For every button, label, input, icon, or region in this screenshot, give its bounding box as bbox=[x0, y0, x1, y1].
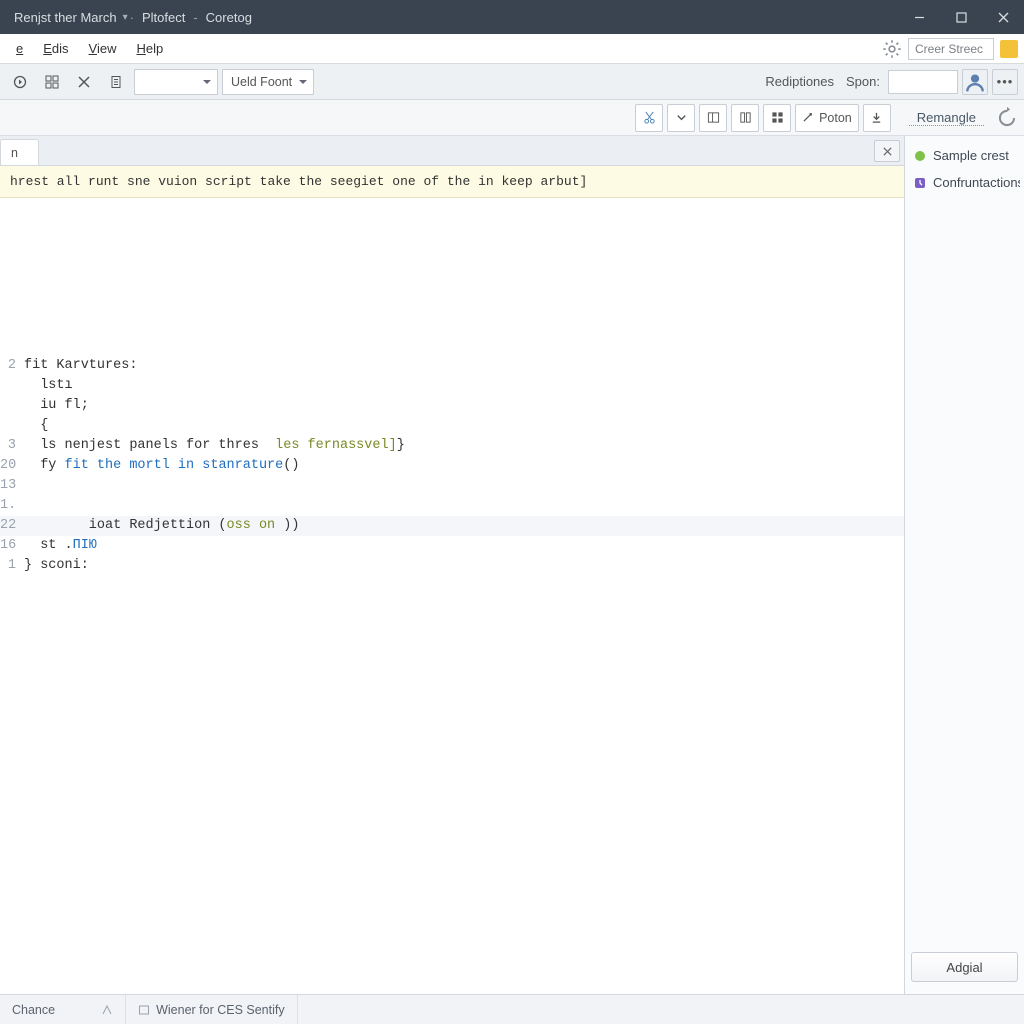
tiles-icon[interactable] bbox=[763, 104, 791, 132]
status-left-label: Chance bbox=[12, 1003, 55, 1017]
statusbar: Chance Wiener for CES Sentify bbox=[0, 994, 1024, 1024]
toolbar-grid-icon[interactable] bbox=[38, 69, 66, 95]
toolbar-stop-icon[interactable] bbox=[70, 69, 98, 95]
right-panel-header[interactable]: Remangle bbox=[909, 110, 984, 126]
more-icon[interactable]: ••• bbox=[992, 69, 1018, 95]
menu-help[interactable]: Help bbox=[126, 37, 173, 60]
sidebar-item-label: Sample crest bbox=[933, 148, 1009, 163]
sidebar-item-confruntactions[interactable]: Confruntactions bbox=[909, 169, 1020, 196]
tabstrip: n bbox=[0, 136, 904, 166]
title-seg-2: Pltofect bbox=[136, 10, 191, 25]
main-area: n hrest all runt sne vuion script take t… bbox=[0, 136, 1024, 994]
chevron-down-icon[interactable] bbox=[667, 104, 695, 132]
columns-icon[interactable] bbox=[731, 104, 759, 132]
cut-icon[interactable] bbox=[635, 104, 663, 132]
toolbar-run-icon[interactable] bbox=[6, 69, 34, 95]
gear-icon[interactable] bbox=[882, 39, 902, 59]
window-minimize-button[interactable] bbox=[898, 0, 940, 34]
poton-label: Poton bbox=[819, 111, 852, 125]
notification-badge-icon[interactable] bbox=[1000, 40, 1018, 58]
title-sep: · bbox=[128, 10, 136, 25]
window-close-button[interactable] bbox=[982, 0, 1024, 34]
tab-label: n bbox=[11, 146, 18, 160]
secondary-toolbar: Poton Remangle bbox=[0, 100, 1024, 136]
window-maximize-button[interactable] bbox=[940, 0, 982, 34]
toolbar-right-label-2: Spon: bbox=[842, 74, 884, 89]
toolbar-right-label-1: Rediptiones bbox=[761, 74, 838, 89]
toolbar-combo-2[interactable]: Ueld Foont bbox=[222, 69, 314, 95]
toolbar-document-icon[interactable] bbox=[102, 69, 130, 95]
menu-view[interactable]: View bbox=[79, 37, 127, 60]
download-icon[interactable] bbox=[863, 104, 891, 132]
menubar: e Edis View Help Creer Streec bbox=[0, 34, 1024, 64]
editor-pane: n hrest all runt sne vuion script take t… bbox=[0, 136, 904, 994]
title-sep: - bbox=[191, 10, 199, 25]
panel-icon[interactable] bbox=[699, 104, 727, 132]
sidebar-item-sample[interactable]: Sample crest bbox=[909, 142, 1020, 169]
toolbar-combo-1[interactable] bbox=[134, 69, 218, 95]
sidebar-item-label: Confruntactions bbox=[933, 175, 1020, 190]
close-icon[interactable] bbox=[874, 140, 900, 162]
side-panel: Sample crest Confruntactions Adgial bbox=[904, 136, 1024, 994]
menu-file[interactable]: e bbox=[6, 37, 33, 60]
title-seg-1: Renjst ther March bbox=[8, 10, 123, 25]
toolbar-right-input[interactable] bbox=[888, 70, 958, 94]
code-editor[interactable]: 2fit Karvtures: lstı iu fl; { 3 ls nenje… bbox=[0, 198, 904, 994]
status-center[interactable]: Wiener for CES Sentify bbox=[126, 995, 298, 1024]
title-seg-3: Coretog bbox=[200, 10, 258, 25]
poton-button[interactable]: Poton bbox=[795, 104, 859, 132]
editor-tab[interactable]: n bbox=[0, 139, 39, 165]
refresh-icon[interactable] bbox=[996, 107, 1018, 129]
menubar-search-input[interactable]: Creer Streec bbox=[908, 38, 994, 60]
user-icon[interactable] bbox=[962, 69, 988, 95]
menu-edit[interactable]: Edis bbox=[33, 37, 78, 60]
info-banner: hrest all runt sne vuion script take the… bbox=[0, 166, 904, 198]
status-left[interactable]: Chance bbox=[0, 995, 126, 1024]
titlebar: Renjst ther March ▾ · Pltofect - Coretog bbox=[0, 0, 1024, 34]
adgial-button[interactable]: Adgial bbox=[911, 952, 1018, 982]
status-center-label: Wiener for CES Sentify bbox=[156, 1003, 285, 1017]
toolbar: Ueld Foont Rediptiones Spon: ••• bbox=[0, 64, 1024, 100]
